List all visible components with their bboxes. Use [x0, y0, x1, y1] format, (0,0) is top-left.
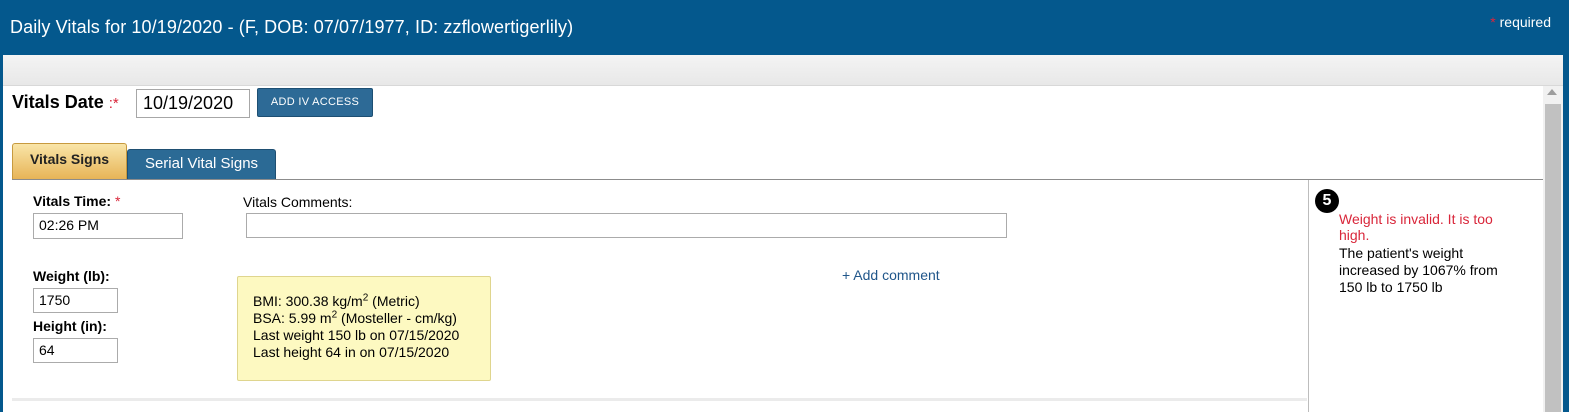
vitals-date-input[interactable]: 10/19/2020	[136, 89, 250, 118]
weight-change-detail: The patient's weight increased by 1067% …	[1339, 245, 1498, 295]
required-text: required	[1499, 14, 1551, 30]
bmi-value: BMI: 300.38 kg/m	[253, 293, 363, 309]
tab-vitals-signs[interactable]: Vitals Signs	[12, 143, 127, 179]
last-height-line: Last height 64 in on 07/15/2020	[253, 344, 450, 360]
weight-error-message: Weight is invalid. It is too high.	[1339, 211, 1493, 243]
vitals-comments-input[interactable]	[246, 213, 1007, 238]
title-bar: Daily Vitals for 10/19/2020 - (F, DOB: 0…	[0, 0, 1569, 55]
tab-underline	[12, 179, 1543, 180]
measurement-info-box: BMI: 300.38 kg/m2 (Metric) BSA: 5.99 m2 …	[237, 276, 491, 381]
height-input[interactable]: 64	[33, 338, 118, 363]
weight-label: Weight (lb):	[33, 268, 110, 284]
last-weight-line: Last weight 150 lb on 07/15/2020	[253, 327, 460, 343]
alert-panel-divider	[1308, 180, 1309, 412]
vitals-time-label: Vitals Time: *	[33, 193, 120, 209]
vitals-date-label: Vitals Date :*	[12, 92, 119, 113]
weight-input[interactable]: 1750	[33, 288, 118, 313]
bsa-value: BSA: 5.99 m	[253, 310, 332, 326]
vitals-date-required-star: *	[112, 95, 119, 112]
bmi-line: BMI: 300.38 kg/m2 (Metric)	[253, 293, 490, 310]
vitals-time-required-star: *	[114, 193, 121, 209]
required-star: *	[1490, 14, 1496, 30]
vitals-date-label-text: Vitals Date	[12, 92, 104, 112]
bsa-line: BSA: 5.99 m2 (Mosteller - cm/kg)	[253, 310, 490, 327]
page-title: Daily Vitals for 10/19/2020 - (F, DOB: 0…	[10, 17, 574, 37]
required-legend: * required	[1490, 14, 1551, 30]
height-label: Height (in):	[33, 318, 107, 334]
window-right-border	[1563, 55, 1569, 412]
vitals-time-input[interactable]: 02:26 PM	[33, 213, 183, 239]
section-bottom-border	[12, 398, 1307, 401]
toolbar-band	[3, 55, 1569, 86]
add-comment-link[interactable]: + Add comment	[842, 267, 940, 283]
scroll-up-arrow-icon[interactable]	[1547, 89, 1557, 95]
bmi-unit: (Metric)	[368, 293, 420, 309]
vitals-time-label-text: Vitals Time:	[33, 193, 112, 209]
add-iv-access-button[interactable]: ADD IV ACCESS	[257, 88, 373, 117]
alert-number-badge: 5	[1315, 189, 1339, 213]
vitals-comments-label: Vitals Comments:	[243, 194, 353, 210]
scrollbar-thumb[interactable]	[1545, 104, 1561, 412]
tab-serial-vital-signs[interactable]: Serial Vital Signs	[127, 149, 276, 179]
bsa-unit: (Mosteller - cm/kg)	[337, 310, 457, 326]
